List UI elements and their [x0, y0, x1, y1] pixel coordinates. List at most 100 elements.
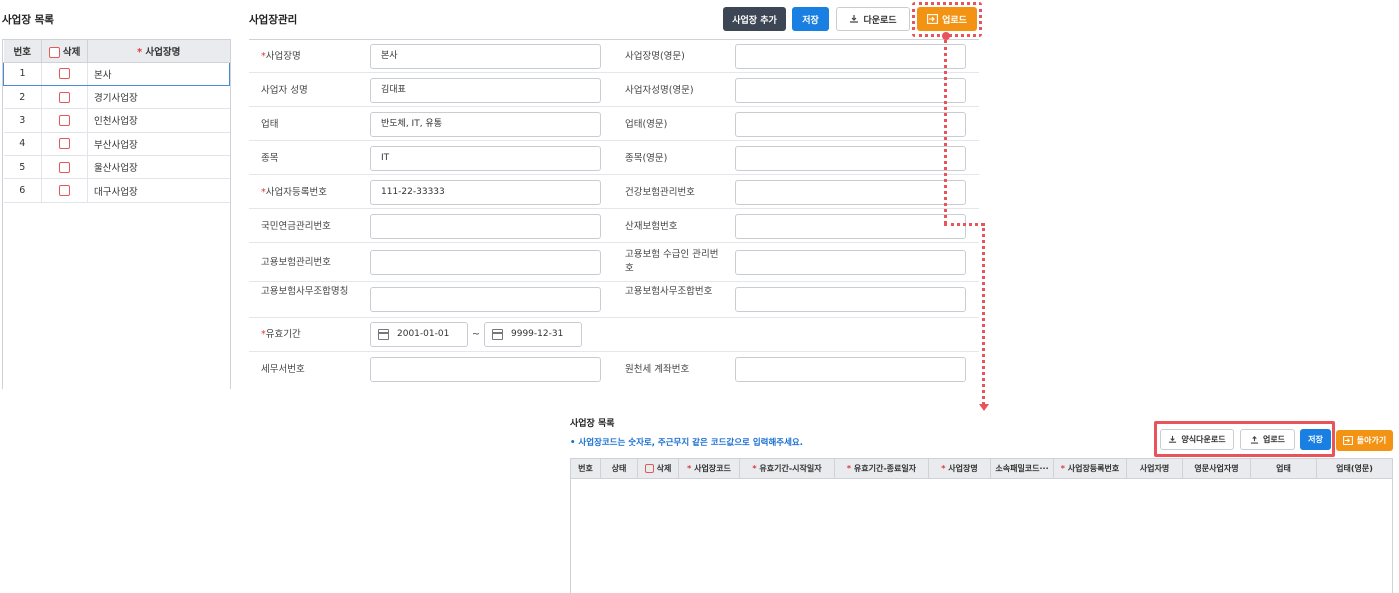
- row-no: 2: [3, 85, 42, 110]
- biz-list-header: 번호 삭제 * 사업장명: [3, 40, 230, 63]
- header-name: * 사업장명: [87, 40, 230, 63]
- industry-input[interactable]: 반도체, IT, 유통: [370, 112, 601, 137]
- health-no-label: 건강보험관리번호: [625, 187, 695, 198]
- row-delete-cell: [41, 178, 88, 203]
- form-row: *유효기간 2001-01-01 ~ 9999-12-31: [249, 319, 979, 352]
- industry-en-input[interactable]: [735, 112, 966, 137]
- bottom-upload-button[interactable]: 업로드: [1240, 429, 1295, 450]
- row-no: 3: [3, 108, 42, 133]
- table-row[interactable]: 2 경기사업장: [3, 85, 230, 110]
- biz-name-label: *사업장명: [261, 50, 301, 64]
- withholding-label: 원천세 계좌번호: [625, 364, 690, 375]
- industry-en-label: 업태(영문): [625, 119, 668, 130]
- row-name[interactable]: 인천사업장: [87, 108, 230, 133]
- form-row: 사업자 성명 김대표 사업자성명(영문): [249, 74, 979, 107]
- valid-period-label: *유효기간: [261, 328, 301, 342]
- item-en-input[interactable]: [735, 146, 966, 171]
- employ-office-input[interactable]: [370, 287, 601, 312]
- row-delete-checkbox[interactable]: [59, 68, 70, 80]
- download-button[interactable]: 다운로드: [836, 7, 910, 31]
- required-mark: *: [137, 46, 143, 58]
- bottom-select-all-checkbox[interactable]: [644, 464, 654, 473]
- bottom-list-table: 번호 상태 삭제 * 사업장코드 * 유효기간-시작일자 * 유효기간-종료일자…: [570, 458, 1393, 593]
- bottom-upload-label: 업로드: [1262, 435, 1286, 444]
- biz-name-input[interactable]: 본사: [370, 44, 601, 69]
- form-row: *사업자등록번호 111-22-33333 건강보험관리번호: [249, 176, 979, 209]
- bottom-save-button[interactable]: 저장: [1300, 429, 1331, 450]
- owner-en-input[interactable]: [735, 78, 966, 103]
- table-row[interactable]: 6 대구사업장: [3, 178, 230, 203]
- add-biz-button[interactable]: 사업장 추가: [723, 7, 786, 31]
- save-button[interactable]: 저장: [792, 7, 829, 31]
- form-row: 세무서번호 원천세 계좌번호: [249, 353, 979, 387]
- withholding-input[interactable]: [735, 357, 966, 382]
- col-industry: 업태: [1251, 459, 1317, 478]
- row-delete-checkbox[interactable]: [59, 114, 70, 126]
- date-range-separator: ~: [472, 329, 480, 340]
- reg-no-label-text: 사업자등록번호: [265, 187, 327, 198]
- row-delete-cell: [41, 85, 88, 110]
- item-input[interactable]: IT: [370, 146, 601, 171]
- row-name[interactable]: 대구사업장: [87, 178, 230, 203]
- back-button[interactable]: 돌아가기: [1336, 430, 1393, 451]
- col-no: 번호: [571, 459, 601, 478]
- table-row[interactable]: 4 부산사업장: [3, 132, 230, 157]
- row-name[interactable]: 부산사업장: [87, 132, 230, 157]
- col-valid-end: * 유효기간-종료일자: [835, 459, 929, 478]
- table-row[interactable]: 5 울산사업장: [3, 155, 230, 180]
- required-mark: *: [846, 464, 852, 473]
- form-row: 고용보험관리번호 고용보험 수급인 관리번호: [249, 244, 979, 282]
- owner-input[interactable]: 김대표: [370, 78, 601, 103]
- left-list-panel: 번호 삭제 * 사업장명 1 본사 2 경기사업장 3 인천사업장 4 부산사업…: [2, 39, 231, 389]
- upload-icon: [1250, 436, 1259, 444]
- row-delete-cell: [41, 132, 88, 157]
- download-icon: [1169, 435, 1177, 443]
- biz-list-table: 번호 삭제 * 사업장명 1 본사 2 경기사업장 3 인천사업장 4 부산사업…: [3, 40, 230, 203]
- upload-label: 업로드: [942, 15, 967, 26]
- accident-no-label: 산재보험번호: [625, 221, 678, 232]
- pension-no-input[interactable]: [370, 214, 601, 239]
- required-mark: *: [941, 464, 946, 473]
- employ-office-no-input[interactable]: [735, 287, 966, 312]
- tax-office-label: 세무서번호: [261, 364, 305, 375]
- col-delete[interactable]: 삭제: [638, 459, 679, 478]
- industry-label: 업태: [261, 119, 279, 130]
- header-delete-label: 삭제: [62, 46, 81, 58]
- row-delete-checkbox[interactable]: [59, 185, 70, 197]
- col-biz-name: * 사업장명: [929, 459, 991, 478]
- row-delete-checkbox[interactable]: [59, 91, 70, 103]
- employ-recv-no-input[interactable]: [735, 250, 966, 275]
- reg-no-input[interactable]: 111-22-33333: [370, 180, 601, 205]
- table-row[interactable]: 1 본사: [3, 61, 230, 86]
- end-date-input[interactable]: 9999-12-31: [484, 322, 582, 347]
- row-name[interactable]: 경기사업장: [87, 85, 230, 110]
- start-date-input[interactable]: 2001-01-01: [370, 322, 468, 347]
- row-name[interactable]: 본사: [87, 61, 230, 86]
- biz-name-label-text: 사업장명: [265, 51, 301, 62]
- left-list-title: 사업장 목록: [2, 14, 54, 26]
- header-delete[interactable]: 삭제: [41, 40, 88, 63]
- valid-period-label-text: 유효기간: [265, 329, 301, 340]
- col-valid-start-label: 유효기간-시작일자: [759, 464, 822, 473]
- form-row: 종목 IT 종목(영문): [249, 142, 979, 175]
- tax-office-input[interactable]: [370, 357, 601, 382]
- row-name[interactable]: 울산사업장: [87, 155, 230, 180]
- health-no-input[interactable]: [735, 180, 966, 205]
- table-row[interactable]: 3 인천사업장: [3, 108, 230, 133]
- employ-no-label: 고용보험관리번호: [261, 257, 331, 268]
- accident-no-input[interactable]: [735, 214, 966, 239]
- reg-no-label: *사업자등록번호: [261, 186, 327, 200]
- select-all-checkbox[interactable]: [48, 46, 60, 58]
- employ-office-label: 고용보험사무조합명칭: [261, 286, 349, 297]
- col-reg-no: * 사업장등록번호: [1054, 459, 1127, 478]
- biz-name-en-input[interactable]: [735, 44, 966, 69]
- calendar-icon: [492, 329, 503, 340]
- upload-button[interactable]: 업로드: [917, 7, 977, 31]
- employ-no-input[interactable]: [370, 250, 601, 275]
- end-date-value: 9999-12-31: [511, 329, 564, 339]
- form-download-button[interactable]: 양식다운로드: [1160, 429, 1234, 450]
- row-delete-checkbox[interactable]: [59, 161, 70, 173]
- col-delete-label: 삭제: [656, 464, 672, 473]
- row-delete-checkbox[interactable]: [59, 138, 70, 150]
- bottom-list-title: 사업장 목록: [570, 419, 615, 429]
